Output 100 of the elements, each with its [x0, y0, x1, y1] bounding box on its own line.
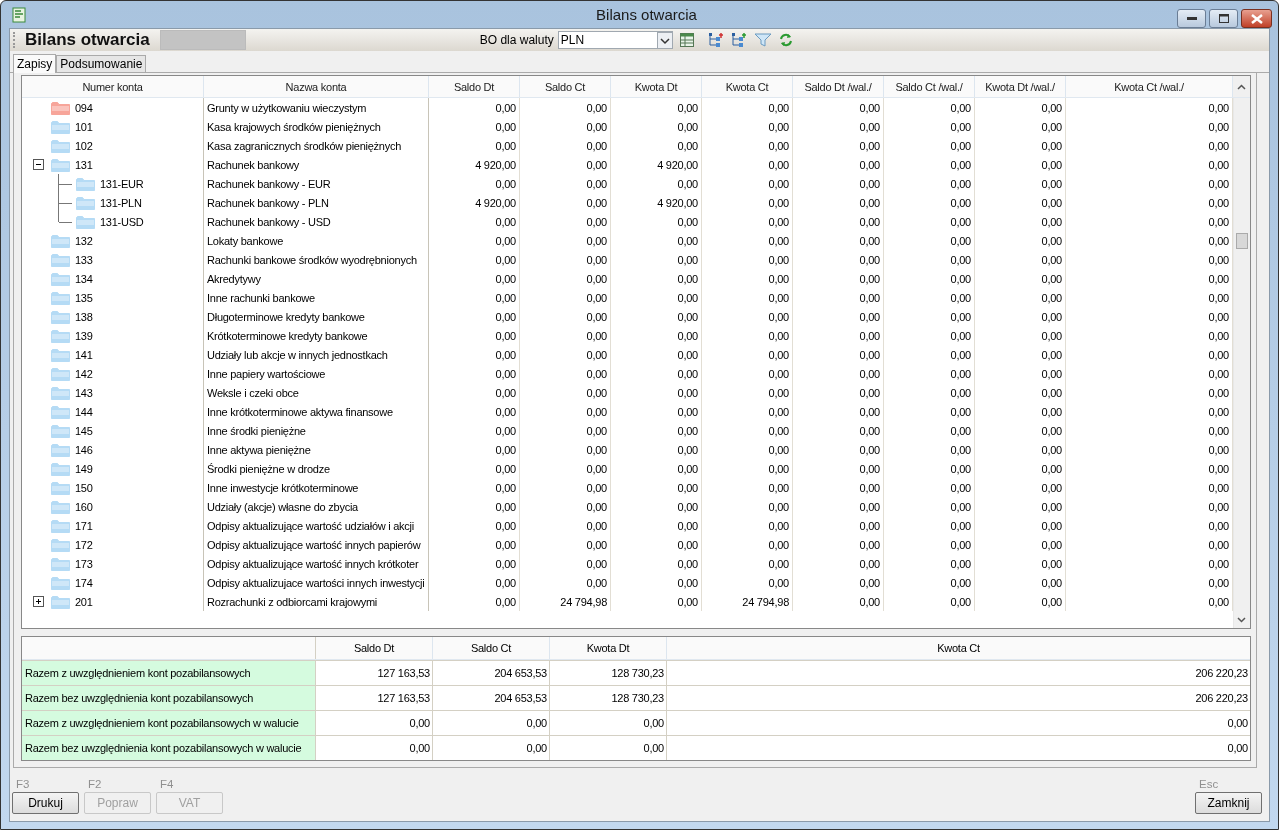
amount-cell: 0,00 [702, 364, 793, 383]
account-number: 133 [75, 253, 93, 266]
toolbar-grip[interactable] [13, 32, 17, 48]
amount-cell: 0,00 [793, 592, 884, 611]
collapse-icon[interactable] [32, 159, 44, 170]
amount-cell: 0,00 [520, 326, 611, 345]
account-number: 146 [75, 443, 93, 456]
amount-cell: 0,00 [611, 345, 702, 364]
scrollbar[interactable] [1233, 98, 1250, 628]
currency-dropdown[interactable]: PLN [557, 31, 673, 49]
amount-cell: 0,00 [429, 250, 520, 269]
amount-cell: 0,00 [429, 307, 520, 326]
action-button[interactable]: Drukuj [12, 792, 79, 814]
amount-cell: 0,00 [975, 497, 1066, 516]
amount-cell: 0,00 [975, 440, 1066, 459]
account-name: Inne aktywa pieniężne [204, 440, 429, 459]
account-name: Inne papiery wartościowe [204, 364, 429, 383]
account-name: Odpisy aktualizujące wartość udziałów i akcji [204, 516, 429, 535]
column-header: Saldo Ct [433, 637, 550, 659]
tree-add-icon[interactable] [730, 32, 747, 48]
filter-icon[interactable] [753, 32, 772, 48]
amount-cell: 0,00 [884, 402, 975, 421]
amount-cell: 0,00 [611, 288, 702, 307]
amount-cell: 0,00 [611, 212, 702, 231]
column-header: Kwota Ct [936, 641, 981, 656]
column-header[interactable]: Saldo Dt /wal./ [793, 76, 884, 97]
amount-cell: 0,00 [520, 117, 611, 136]
amount-cell: 0,00 [520, 193, 611, 212]
grid-icon[interactable] [679, 33, 694, 47]
amount-cell: 0,00 [611, 383, 702, 402]
account-number: 138 [75, 310, 93, 323]
scroll-down-icon[interactable] [1237, 617, 1246, 623]
amount-cell: 0,00 [611, 364, 702, 383]
account-number: 101 [75, 120, 93, 133]
amount-cell: 127 163,53 [316, 661, 433, 685]
amount-cell: 0,00 [611, 269, 702, 288]
amount-cell: 0,00 [520, 231, 611, 250]
amount-cell: 0,00 [793, 345, 884, 364]
column-header[interactable]: Saldo Ct /wal./ [884, 76, 975, 97]
amount-cell: 0,00 [793, 155, 884, 174]
amount-cell: 0,00 [520, 402, 611, 421]
amount-cell: 0,00 [793, 402, 884, 421]
amount-cell: 0,00 [884, 212, 975, 231]
amount-cell: 0,00 [611, 326, 702, 345]
amount-cell: 0,00 [520, 250, 611, 269]
amount-cell: 0,00 [884, 307, 975, 326]
amount-cell: 0,00 [793, 421, 884, 440]
column-header[interactable]: Saldo Ct [520, 76, 611, 97]
currency-label: BO dla waluty [479, 33, 554, 47]
close-dialog-button[interactable]: Zamknij [1195, 792, 1262, 814]
account-name: Inne krótkoterminowe aktywa finansowe [204, 402, 429, 421]
amount-cell: 0,00 [884, 459, 975, 478]
amount-cell: 0,00 [793, 364, 884, 383]
account-name: Grunty w użytkowaniu wieczystym [204, 98, 429, 117]
amount-cell: 0,00 [429, 497, 520, 516]
column-header[interactable]: Kwota Dt [611, 76, 702, 97]
amount-cell: 0,00 [611, 174, 702, 193]
amount-cell: 0,00 [520, 345, 611, 364]
refresh-icon[interactable] [778, 32, 793, 48]
amount-cell: 0,00 [702, 155, 793, 174]
amount-cell: 0,00 [702, 136, 793, 155]
amount-cell: 204 653,53 [433, 686, 550, 710]
scrollbar-thumb[interactable] [1236, 233, 1248, 249]
amount-cell: 0,00 [975, 421, 1066, 440]
maximize-button[interactable] [1209, 9, 1238, 28]
tab[interactable]: Zapisy [13, 54, 57, 73]
close-button[interactable] [1241, 9, 1272, 28]
amount-cell: 0,00 [884, 174, 975, 193]
amount-cell: 0,00 [611, 136, 702, 155]
caret-icon[interactable] [656, 31, 673, 49]
amount-cell: 0,00 [702, 516, 793, 535]
expand-icon[interactable] [32, 596, 44, 607]
tree-add-icon[interactable] [707, 32, 724, 48]
amount-cell: 4 920,00 [611, 193, 702, 212]
amount-cell: 0,00 [611, 478, 702, 497]
amount-cell: 0,00 [520, 554, 611, 573]
amount-cell: 0,00 [611, 402, 702, 421]
amount-cell: 0,00 [975, 155, 1066, 174]
column-header[interactable]: Numer konta [22, 76, 204, 97]
minimize-button[interactable] [1177, 9, 1206, 28]
column-header[interactable]: Nazwa konta [204, 76, 429, 97]
hotkey-label: F4 [160, 778, 175, 792]
column-header[interactable]: Kwota Ct [702, 76, 793, 97]
amount-cell: 0,00 [520, 174, 611, 193]
tab[interactable]: Podsumowanie [56, 55, 147, 72]
amount-cell: 0,00 [884, 421, 975, 440]
amount-cell: 0,00 [429, 345, 520, 364]
account-name: Rachunek bankowy - EUR [204, 174, 429, 193]
column-header[interactable]: Saldo Dt [429, 76, 520, 97]
account-name: Inne rachunki bankowe [204, 288, 429, 307]
amount-cell: 0,00 [429, 98, 520, 117]
amount-cell: 0,00 [884, 440, 975, 459]
scroll-up-icon[interactable] [1237, 83, 1246, 90]
amount-cell: 0,00 [975, 288, 1066, 307]
column-header[interactable]: Kwota Dt /wal./ [975, 76, 1066, 97]
amount-cell: 0,00 [793, 269, 884, 288]
amount-cell: 0,00 [520, 98, 611, 117]
amount-cell: 0,00 [520, 136, 611, 155]
amount-cell: 0,00 [975, 459, 1066, 478]
amount-cell: 0,00 [975, 592, 1066, 611]
